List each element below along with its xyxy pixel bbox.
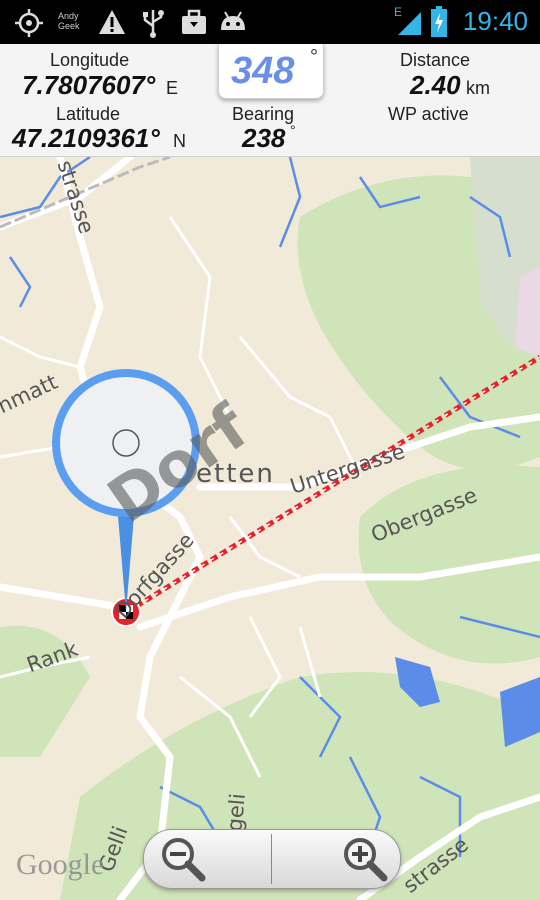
- usb-icon: [143, 10, 164, 38]
- latitude-label: Latitude: [56, 104, 121, 124]
- latitude-unit: N: [173, 131, 186, 151]
- zoom-in-icon: [344, 838, 388, 882]
- map-view[interactable]: Dorf strasse nmatt etten Untergasse Ober…: [0, 157, 540, 900]
- warning-icon: [99, 10, 125, 34]
- wp-status: WP active: [388, 104, 469, 124]
- gps-icon: [15, 9, 43, 37]
- status-bar: Andy Geek E 19:40: [0, 0, 540, 44]
- distance-value: 2.40: [410, 70, 461, 100]
- bearing-unit: °: [290, 122, 296, 138]
- google-logo: Google: [16, 848, 105, 881]
- android-icon: [221, 11, 245, 30]
- longitude-unit: E: [166, 78, 179, 98]
- heading-value: 348: [231, 50, 295, 92]
- longitude-value: 7.7807607°: [22, 70, 156, 100]
- briefcase-icon: [182, 9, 206, 34]
- place-label: etten: [196, 459, 275, 489]
- distance-label: Distance: [400, 50, 471, 70]
- battery-icon: [431, 6, 447, 37]
- bearing-value: 238: [242, 123, 286, 153]
- zoom-out-icon: [162, 838, 206, 882]
- heading-unit: °: [310, 46, 318, 68]
- latitude-value: 47.2109361°: [12, 123, 160, 153]
- zoom-in-button[interactable]: [272, 830, 399, 888]
- zoom-out-button[interactable]: [144, 830, 271, 888]
- app-icon: Andy Geek: [58, 11, 80, 31]
- signal-icon: [398, 12, 421, 35]
- longitude-label: Longitude: [50, 50, 130, 70]
- heading-display: 348 °: [218, 44, 324, 99]
- bearing-label: Bearing: [232, 104, 295, 124]
- clock: 19:40: [462, 6, 528, 36]
- zoom-controls: [143, 829, 401, 889]
- distance-unit: km: [466, 78, 490, 98]
- map-canvas[interactable]: [0, 157, 540, 900]
